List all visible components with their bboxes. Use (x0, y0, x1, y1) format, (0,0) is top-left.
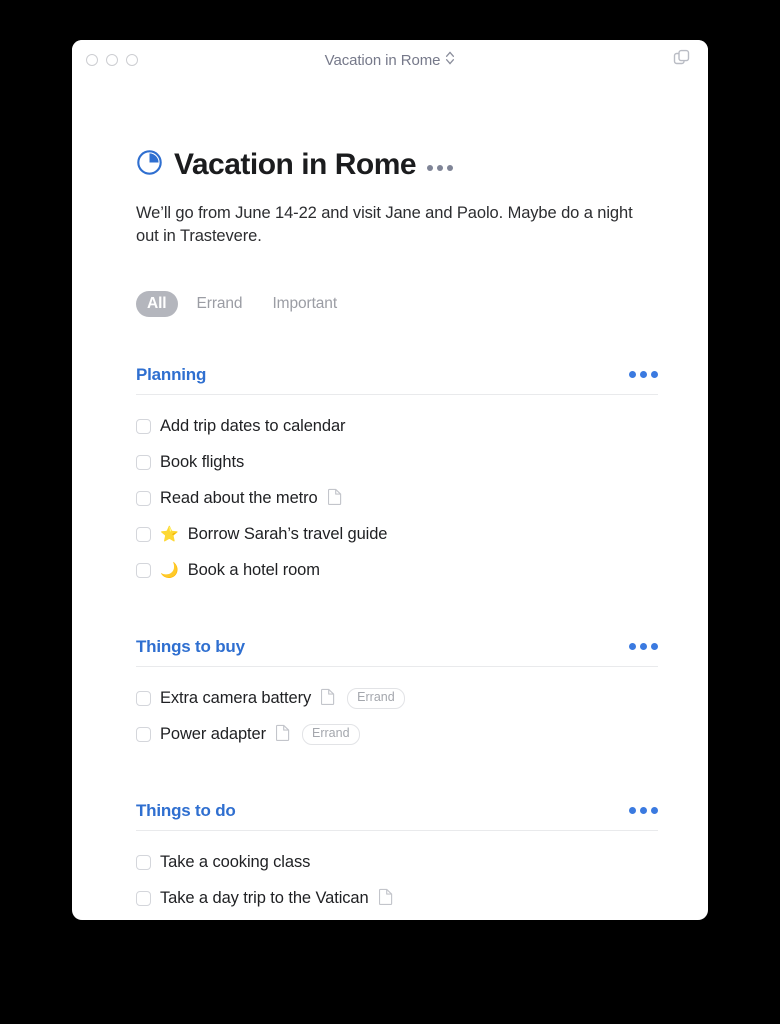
titlebar-actions (672, 40, 692, 80)
list-item[interactable]: Take a day trip to the Vatican (136, 881, 658, 917)
section-title: Things to do (136, 800, 236, 820)
duplicate-window-icon[interactable] (672, 48, 692, 73)
list-item[interactable]: Add trip dates to calendar (136, 409, 658, 445)
status-badge[interactable]: Errand (347, 688, 405, 710)
close-button[interactable] (86, 54, 98, 66)
document-header: Vacation in Rome (136, 148, 658, 182)
list-item[interactable]: Take a cooking class (136, 845, 658, 881)
section-title: Things to buy (136, 636, 245, 656)
section-header: Planning (136, 365, 658, 395)
task-title: Read about the metro (160, 489, 318, 508)
task-checkbox[interactable] (136, 527, 151, 543)
task-title: Book a hotel room (187, 561, 320, 580)
task-list: Take a cooking class Take a day trip to … (136, 845, 658, 917)
list-item[interactable]: ⭐ Borrow Sarah’s travel guide (136, 517, 658, 553)
status-badge[interactable]: Errand (302, 724, 360, 746)
section-menu-ellipsis-icon[interactable] (629, 643, 658, 651)
note-attachment-icon[interactable] (275, 724, 290, 746)
filter-pill-important[interactable]: Important (261, 291, 348, 317)
task-checkbox[interactable] (136, 455, 151, 471)
list-item[interactable]: Read about the metro (136, 481, 658, 517)
task-title: Book flights (160, 453, 245, 472)
document-description: We’ll go from June 14-22 and visit Jane … (136, 204, 633, 246)
note-attachment-icon[interactable] (327, 488, 342, 510)
document-menu-ellipsis-icon[interactable] (427, 165, 454, 171)
filter-pill-errand[interactable]: Errand (186, 291, 254, 317)
section-planning: Planning Add trip dates to calendar Book… (136, 365, 658, 589)
task-title: Extra camera battery (160, 689, 312, 708)
task-list: Add trip dates to calendar Book flights … (136, 409, 658, 589)
minimize-button[interactable] (106, 54, 118, 66)
section-things-to-buy: Things to buy Extra camera battery Erran… (136, 637, 658, 753)
note-attachment-icon[interactable] (321, 688, 335, 710)
task-list: Extra camera battery Errand Power adapte… (136, 681, 658, 753)
task-checkbox[interactable] (136, 691, 151, 707)
crescent-moon-emoji-icon: 🌙 (160, 562, 179, 580)
filter-pill-all[interactable]: All (136, 290, 178, 317)
document-body: Vacation in Rome We’ll go from June 14-2… (72, 148, 708, 917)
page-title: Vacation in Rome (174, 148, 417, 181)
section-menu-ellipsis-icon[interactable] (629, 371, 658, 379)
task-title: Borrow Sarah’s travel guide (187, 525, 388, 544)
task-checkbox[interactable] (136, 891, 151, 907)
list-item[interactable]: 🌙 Book a hotel room (136, 553, 658, 589)
list-item[interactable]: Book flights (136, 445, 658, 481)
traffic-light-group (72, 54, 138, 66)
section-title: Planning (136, 364, 207, 384)
section-menu-ellipsis-icon[interactable] (629, 807, 658, 815)
section-header: Things to do (136, 801, 658, 831)
task-checkbox[interactable] (136, 855, 151, 871)
zoom-button[interactable] (126, 54, 138, 66)
app-window: Vacation in Rome Vacation in Rome We’ll … (72, 40, 708, 920)
task-title: Add trip dates to calendar (160, 417, 346, 436)
pie-progress-icon (136, 149, 163, 181)
list-item[interactable]: Extra camera battery Errand (136, 681, 658, 717)
note-attachment-icon[interactable] (378, 888, 393, 910)
star-emoji-icon: ⭐ (160, 526, 179, 544)
task-title: Take a day trip to the Vatican (160, 889, 369, 908)
task-title: Power adapter (160, 725, 267, 744)
task-checkbox[interactable] (136, 727, 151, 743)
task-checkbox[interactable] (136, 419, 151, 435)
section-things-to-do: Things to do Take a cooking class Take a… (136, 801, 658, 917)
task-title: Take a cooking class (160, 853, 311, 872)
chevron-up-down-icon[interactable] (445, 50, 455, 71)
section-header: Things to buy (136, 637, 658, 667)
task-checkbox[interactable] (136, 491, 151, 507)
task-checkbox[interactable] (136, 563, 151, 579)
filter-bar: All Errand Important (136, 290, 658, 317)
window-title: Vacation in Rome (324, 51, 441, 69)
window-title-group: Vacation in Rome (72, 40, 708, 80)
list-item[interactable]: Power adapter Errand (136, 717, 658, 753)
window-titlebar: Vacation in Rome (72, 40, 708, 80)
